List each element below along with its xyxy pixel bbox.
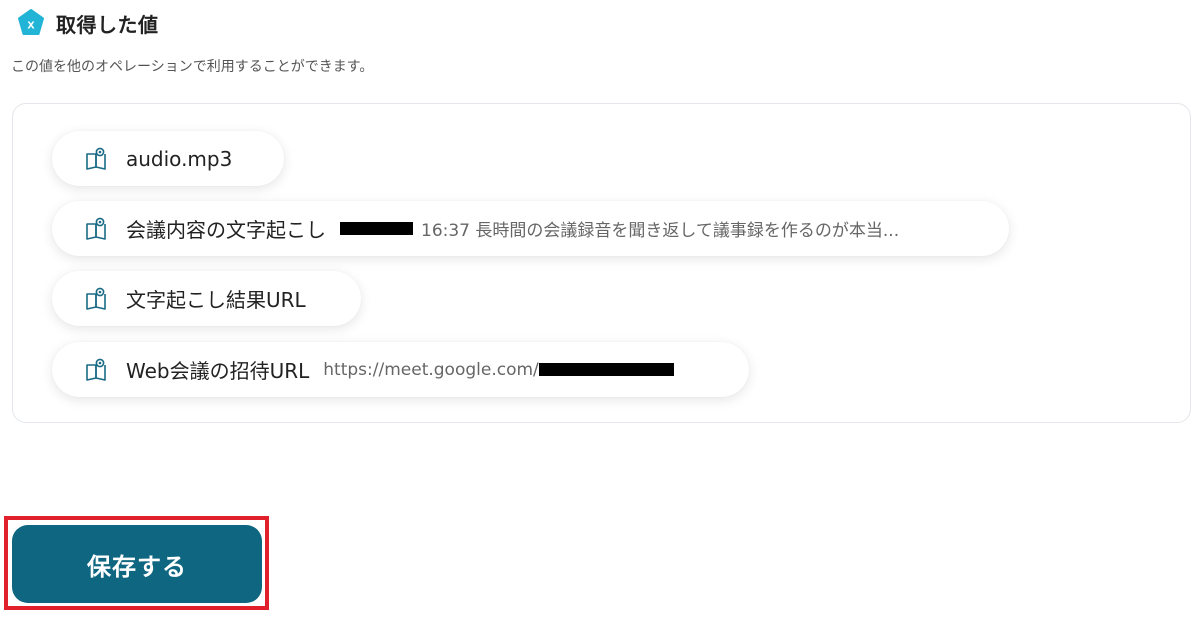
value-preview: 16:37 長時間の会議録音を聞き返して議事録を作るのが本当... [340, 216, 899, 241]
redaction-block [340, 222, 413, 235]
book-icon [86, 358, 106, 381]
value-label: 文字起こし結果URL [126, 288, 306, 312]
value-chip-meeting-url[interactable]: Web会議の招待URL https://meet.google.com/ [52, 342, 749, 397]
save-button[interactable]: 保存する [12, 525, 262, 603]
book-icon [86, 287, 106, 310]
value-preview-text: https://meet.google.com/ [323, 359, 539, 380]
book-icon [86, 217, 106, 240]
values-list: audio.mp3 会議内容の文字起こし 16:37 長時間の会議録音を聞き返し… [12, 103, 1191, 423]
page: x 取得した値 この値を他のオペレーションで利用することができます。 audio… [0, 0, 1201, 618]
value-chip-transcript[interactable]: 会議内容の文字起こし 16:37 長時間の会議録音を聞き返して議事録を作るのが本… [52, 201, 1009, 256]
book-icon [86, 147, 106, 170]
value-preview: https://meet.google.com/ [323, 360, 674, 380]
value-label: audio.mp3 [126, 146, 233, 171]
section-title: 取得した値 [56, 12, 159, 37]
value-label: 会議内容の文字起こし [126, 218, 326, 242]
value-chip-transcript-url[interactable]: 文字起こし結果URL [52, 271, 361, 326]
section-header: x 取得した値 [16, 8, 159, 38]
x-badge-icon: x [16, 8, 46, 38]
value-preview-text: 16:37 長時間の会議録音を聞き返して議事録を作るのが本当... [421, 221, 900, 241]
value-chip-audio[interactable]: audio.mp3 [52, 131, 284, 186]
section-description: この値を他のオペレーションで利用することができます。 [11, 59, 374, 75]
value-label: Web会議の招待URL [126, 359, 310, 383]
redaction-block [538, 363, 674, 376]
svg-text:x: x [27, 17, 35, 32]
